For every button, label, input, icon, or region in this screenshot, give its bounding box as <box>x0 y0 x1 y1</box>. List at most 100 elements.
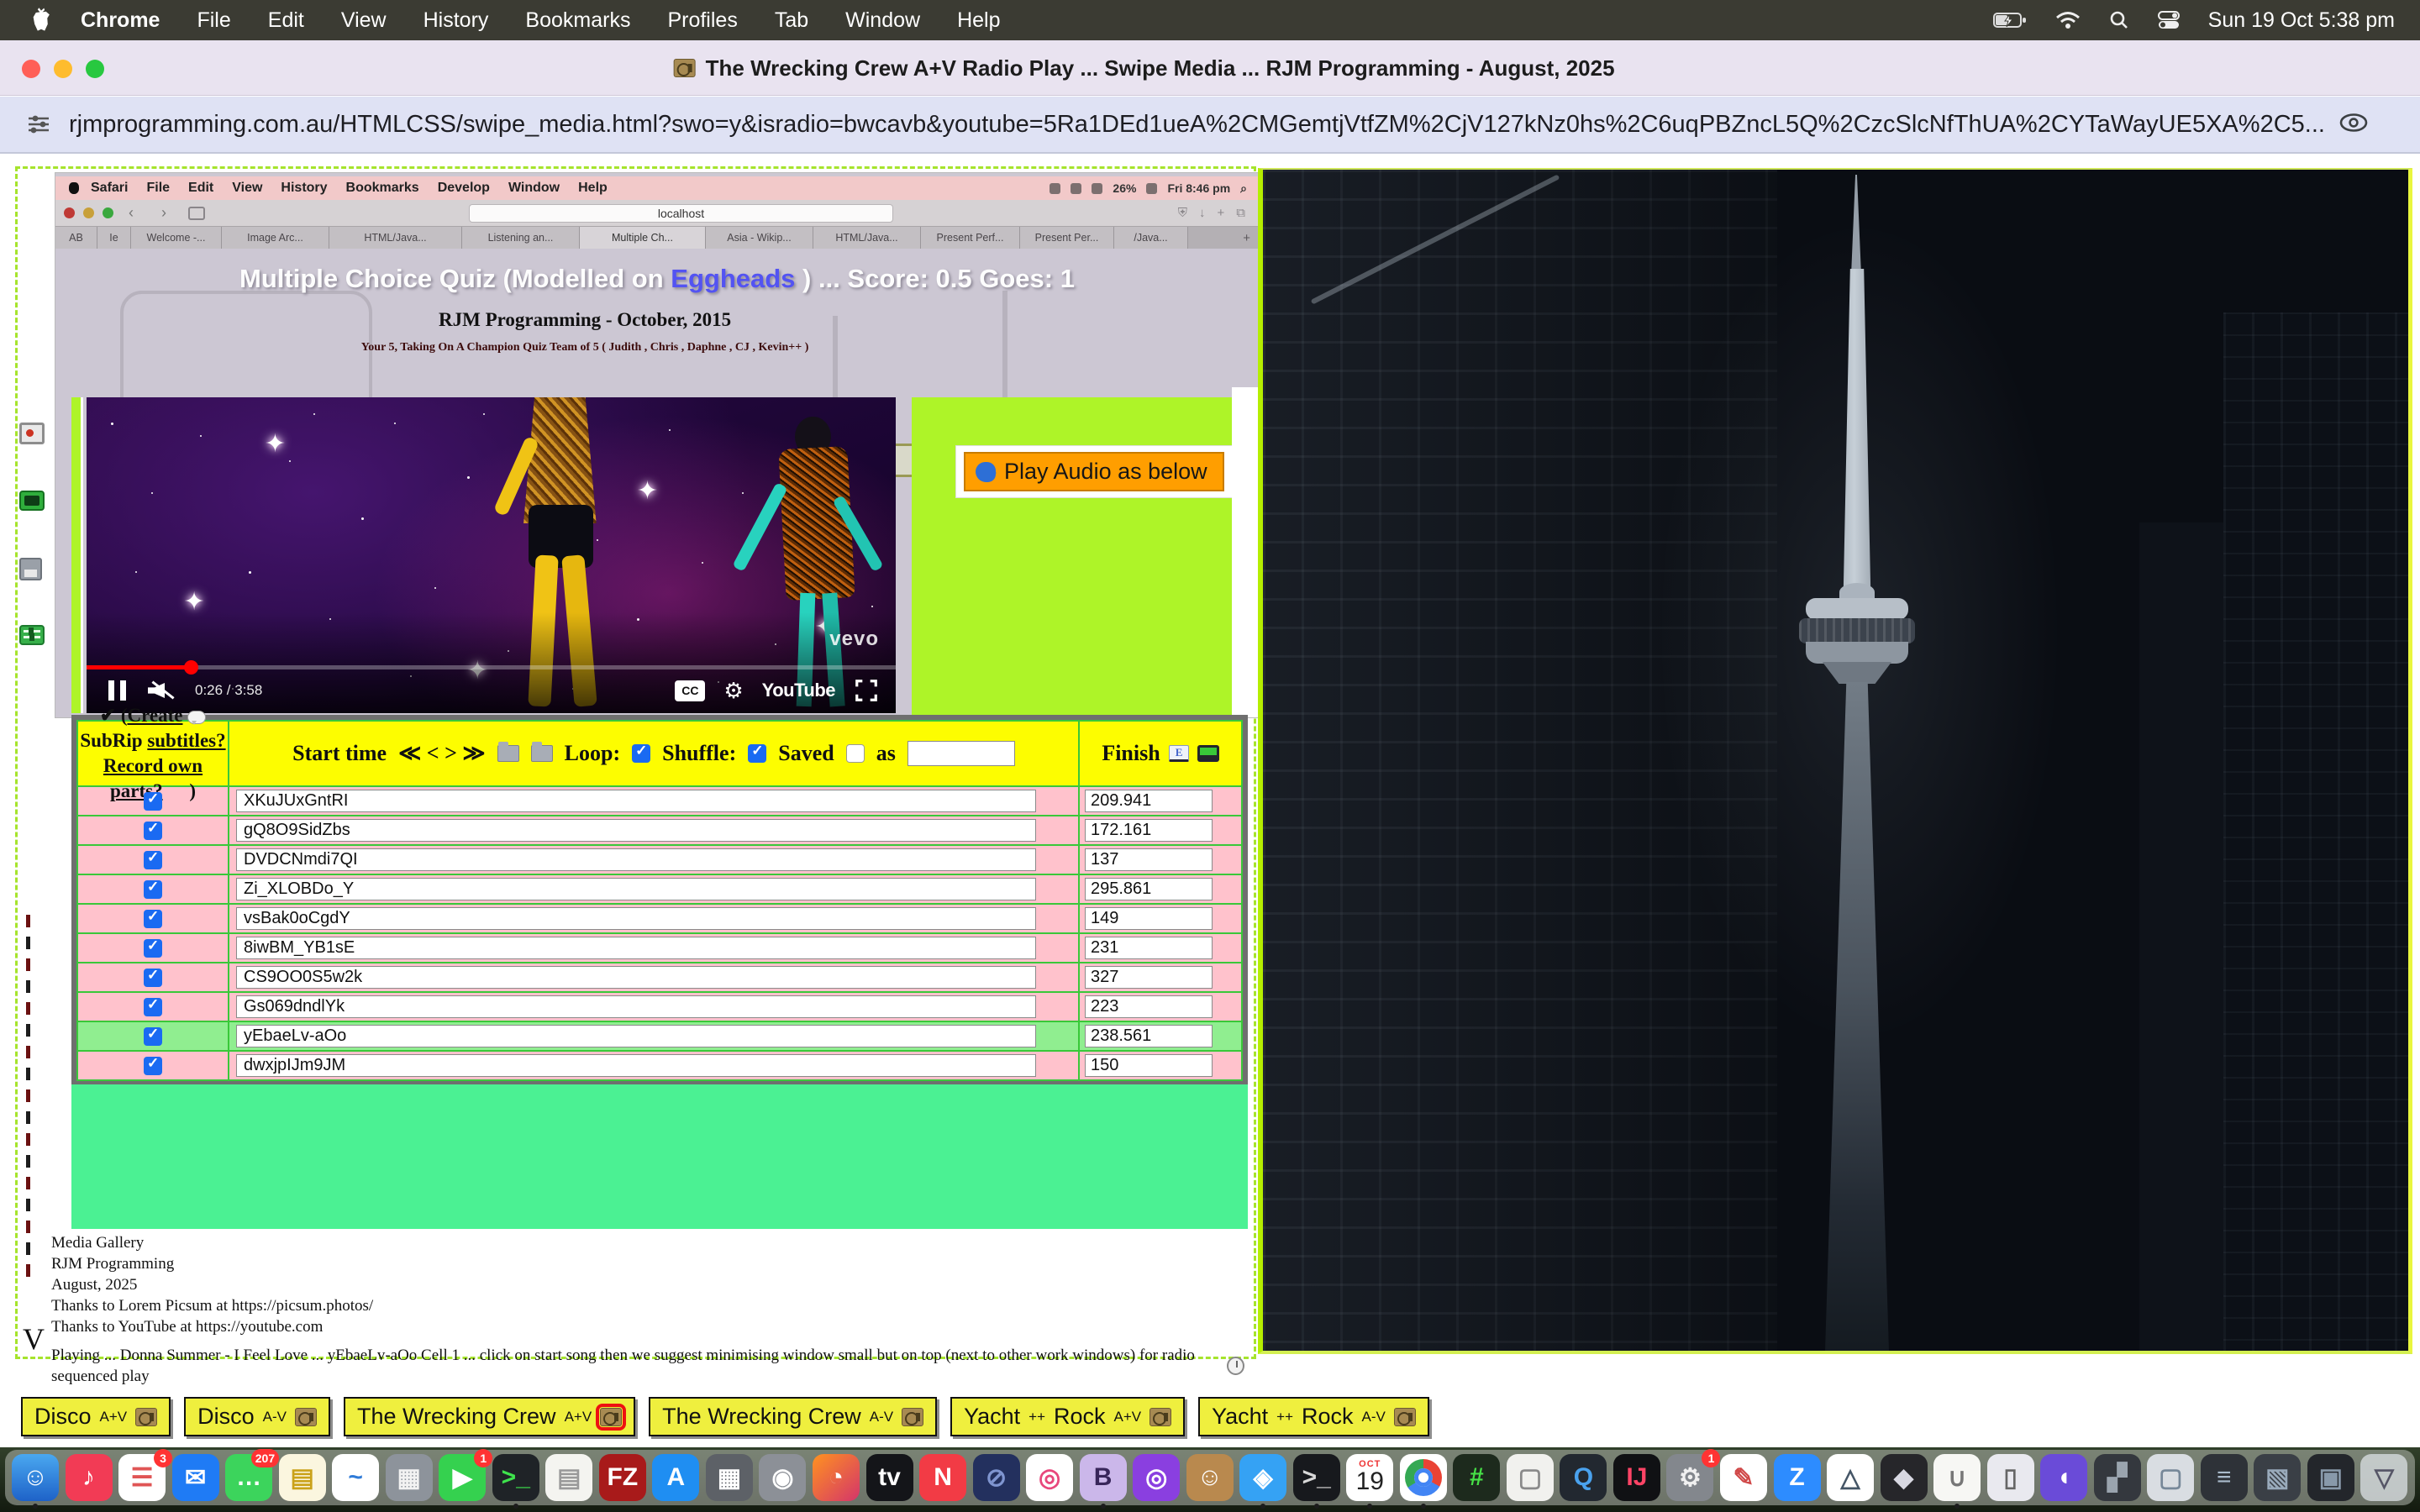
menu-item-view[interactable]: View <box>341 8 387 33</box>
eye-preview-icon[interactable] <box>2338 112 2369 138</box>
video-id-input[interactable] <box>236 790 1036 812</box>
menu-item-profiles[interactable]: Profiles <box>667 8 737 33</box>
video-id-input[interactable] <box>236 907 1036 930</box>
close-window-button[interactable] <box>22 60 40 78</box>
row-checkbox[interactable] <box>144 822 162 840</box>
dock-icon-dark-app-2[interactable]: ≡ <box>2201 1454 2248 1501</box>
row-checkbox[interactable] <box>144 998 162 1016</box>
dock-icon-device[interactable]: ▯ <box>1987 1454 2034 1501</box>
playlist-button-5[interactable]: Yacht++ RockA-V <box>1198 1397 1429 1436</box>
menu-item-window[interactable]: Window <box>845 8 920 33</box>
site-settings-icon[interactable] <box>20 106 57 143</box>
apple-logo-icon[interactable] <box>30 8 52 33</box>
row-checkbox[interactable] <box>144 939 162 958</box>
dock-icon-news[interactable]: N <box>919 1454 966 1501</box>
menu-bar-clock[interactable]: Sun 19 Oct 5:38 pm <box>2208 8 2395 33</box>
closed-captions-button[interactable]: CC <box>675 680 705 701</box>
dock-icon-intellij[interactable]: IJ <box>1613 1454 1660 1501</box>
dock-icon-podcasts[interactable]: ◎ <box>1133 1454 1180 1501</box>
row-checkbox[interactable] <box>144 880 162 899</box>
dock-icon-chrome[interactable] <box>1400 1454 1447 1501</box>
loop-checkbox[interactable] <box>632 744 650 763</box>
dock-icon-dark-app-3[interactable]: ▧ <box>2254 1454 2301 1501</box>
dock-icon-dark-app-4[interactable]: ▣ <box>2307 1454 2354 1501</box>
video-id-input[interactable] <box>236 995 1036 1018</box>
create-link[interactable]: Create <box>127 705 182 726</box>
dock-icon-iterm[interactable]: >_ <box>1293 1454 1340 1501</box>
finish-time-input[interactable] <box>1085 995 1213 1018</box>
dock-icon-zoom[interactable]: Z <box>1774 1454 1821 1501</box>
finish-time-input[interactable] <box>1085 1054 1213 1077</box>
dock-icon-firefox[interactable]: ◔ <box>813 1454 860 1501</box>
picture-icon[interactable] <box>19 423 45 444</box>
row-checkbox[interactable] <box>144 1027 162 1046</box>
dock-icon-contacts[interactable]: ☺ <box>1186 1454 1234 1501</box>
dock-icon-appletv[interactable]: tv <box>866 1454 913 1501</box>
finish-time-input[interactable] <box>1085 907 1213 930</box>
control-center-icon[interactable] <box>2158 10 2180 30</box>
row-checkbox[interactable] <box>144 1057 162 1075</box>
playlist-button-1[interactable]: DiscoA-V <box>184 1397 330 1436</box>
dock-icon-tooth[interactable]: ∪ <box>1933 1454 1981 1501</box>
youtube-logo[interactable]: YouTube <box>762 680 835 701</box>
video-id-input[interactable] <box>236 1025 1036 1047</box>
saved-checkbox[interactable] <box>846 744 865 763</box>
dock-icon-settings[interactable]: ⚙1 <box>1666 1454 1713 1501</box>
menu-item-tab[interactable]: Tab <box>775 8 808 33</box>
dock-icon-photos[interactable]: ◎ <box>1026 1454 1073 1501</box>
dock-icon-trash[interactable]: ▽ <box>2360 1454 2407 1501</box>
folder-icon[interactable] <box>497 745 519 762</box>
row-checkbox[interactable] <box>144 851 162 869</box>
dock-icon-freeform[interactable]: ~ <box>332 1454 379 1501</box>
dock-icon-finder[interactable]: ☺ <box>12 1454 59 1501</box>
muted-volume-icon[interactable] <box>148 680 176 701</box>
dock-icon-mail[interactable]: ✉ <box>172 1454 219 1501</box>
video-progress-bar[interactable] <box>87 665 896 669</box>
finish-time-input[interactable] <box>1085 819 1213 842</box>
video-id-input[interactable] <box>236 1054 1036 1077</box>
dock-icon-bbedit[interactable]: B <box>1080 1454 1127 1501</box>
battery-icon[interactable] <box>1993 11 2027 29</box>
dock-icon-launchpad[interactable]: ▦ <box>386 1454 433 1501</box>
finish-time-input[interactable] <box>1085 1025 1213 1047</box>
playlist-button-2[interactable]: The Wrecking CrewA+V <box>344 1397 635 1436</box>
dock-icon-paint[interactable]: ✎ <box>1720 1454 1767 1501</box>
dock-icon-quicktime[interactable]: Q <box>1560 1454 1607 1501</box>
dock-icon-filezilla[interactable]: FZ <box>599 1454 646 1501</box>
row-checkbox[interactable] <box>144 792 162 811</box>
youtube-video-player[interactable]: ✦✦✦✦✦ vevo <box>87 397 896 713</box>
dock-icon-prism[interactable]: △ <box>1827 1454 1874 1501</box>
email-icon[interactable] <box>1169 745 1189 762</box>
seek-arrows[interactable]: ≪ < > ≫ <box>398 741 486 766</box>
wifi-icon[interactable] <box>2055 11 2081 29</box>
finish-time-input[interactable] <box>1085 966 1213 989</box>
spotlight-search-icon[interactable] <box>2109 10 2129 30</box>
finish-time-input[interactable] <box>1085 790 1213 812</box>
dock-icon-dark-app-1[interactable]: ▞ <box>2094 1454 2141 1501</box>
video-id-input[interactable] <box>236 848 1036 871</box>
playlist-button-4[interactable]: Yacht++ RockA+V <box>950 1397 1185 1436</box>
video-id-input[interactable] <box>236 878 1036 900</box>
dock-icon-messages[interactable]: …207 <box>225 1454 272 1501</box>
shuffle-checkbox[interactable] <box>748 744 766 763</box>
playlist-button-3[interactable]: The Wrecking CrewA-V <box>649 1397 937 1436</box>
dock-icon-appstore[interactable]: A <box>652 1454 699 1501</box>
dock-icon-terminal[interactable]: >_ <box>492 1454 539 1501</box>
dock-icon-music[interactable]: ♪ <box>66 1454 113 1501</box>
dock-icon-reminders[interactable]: ☰3 <box>118 1454 166 1501</box>
menu-item-history[interactable]: History <box>424 8 489 33</box>
tv-icon[interactable] <box>19 491 45 511</box>
url-text[interactable]: rjmprogramming.com.au/HTMLCSS/swipe_medi… <box>69 111 2325 139</box>
dock-icon-calendar[interactable]: OCT19 <box>1346 1454 1393 1501</box>
menu-item-file[interactable]: File <box>197 8 230 33</box>
dock-icon-terminal-green[interactable]: # <box>1453 1454 1500 1501</box>
subtitles-link[interactable]: subtitles? <box>147 730 225 751</box>
dock-icon-safari[interactable]: ◈ <box>1239 1454 1286 1501</box>
video-id-input[interactable] <box>236 937 1036 959</box>
play-audio-button[interactable]: Play Audio as below <box>964 452 1224 491</box>
finish-time-input[interactable] <box>1085 878 1213 900</box>
dock-icon-notes[interactable]: ▤ <box>279 1454 326 1501</box>
dock-icon-gimp[interactable]: ◉ <box>759 1454 806 1501</box>
active-app-name[interactable]: Chrome <box>81 8 160 33</box>
dock-icon-keypad[interactable]: ▦ <box>706 1454 753 1501</box>
